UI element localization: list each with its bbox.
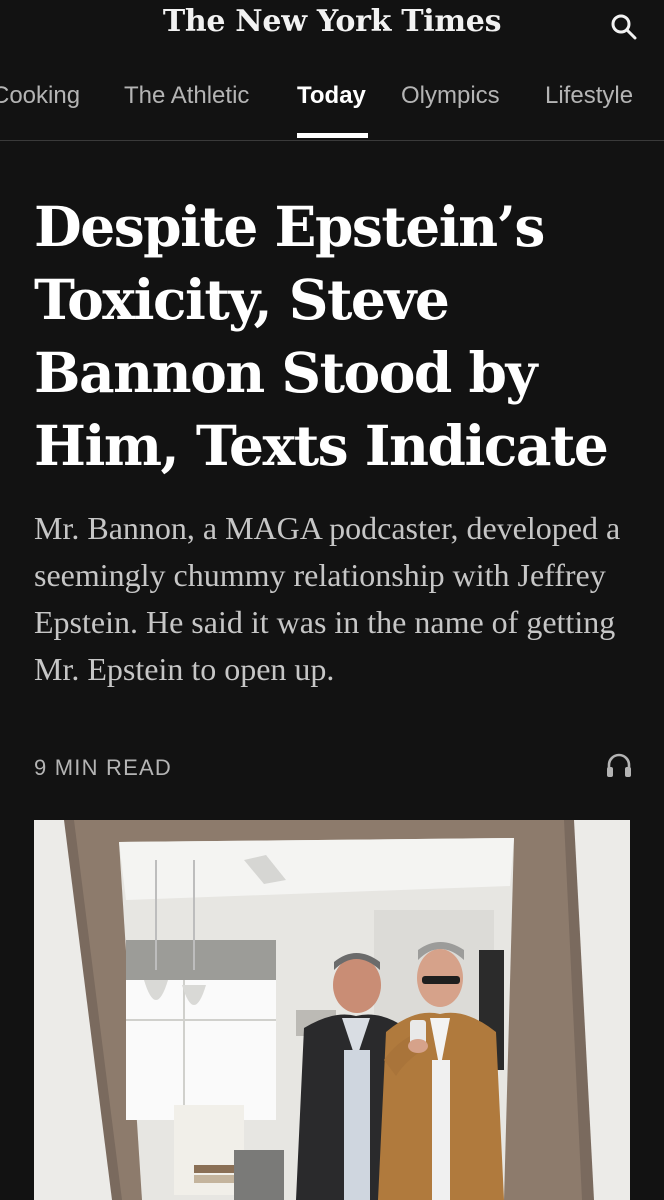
headphones-icon <box>607 753 631 777</box>
mirror-selfie-photo <box>34 820 630 1200</box>
nav-item-olympics[interactable]: Olympics <box>401 82 500 110</box>
search-icon <box>611 14 637 40</box>
listen-button[interactable] <box>604 750 634 780</box>
section-nav: Cooking The Athletic Today Olympics Life… <box>0 52 664 141</box>
nav-item-cooking[interactable]: Cooking <box>0 82 80 110</box>
nav-item-today[interactable]: Today <box>297 82 366 110</box>
search-button[interactable] <box>610 12 638 42</box>
nav-item-the-athletic[interactable]: The Athletic <box>124 82 249 110</box>
read-time-label: 9 MIN READ <box>34 755 172 780</box>
nav-item-lifestyle[interactable]: Lifestyle <box>545 82 633 110</box>
nyt-logo[interactable]: The New York Times <box>0 4 664 39</box>
article-photo[interactable] <box>34 820 630 1200</box>
masthead: The New York Times <box>0 0 664 52</box>
article-headline[interactable]: Despite Epstein’s Toxicity, Steve Bannon… <box>34 190 634 482</box>
article-summary: Mr. Bannon, a MAGA podcaster, developed … <box>34 510 621 687</box>
active-tab-indicator <box>297 133 368 138</box>
